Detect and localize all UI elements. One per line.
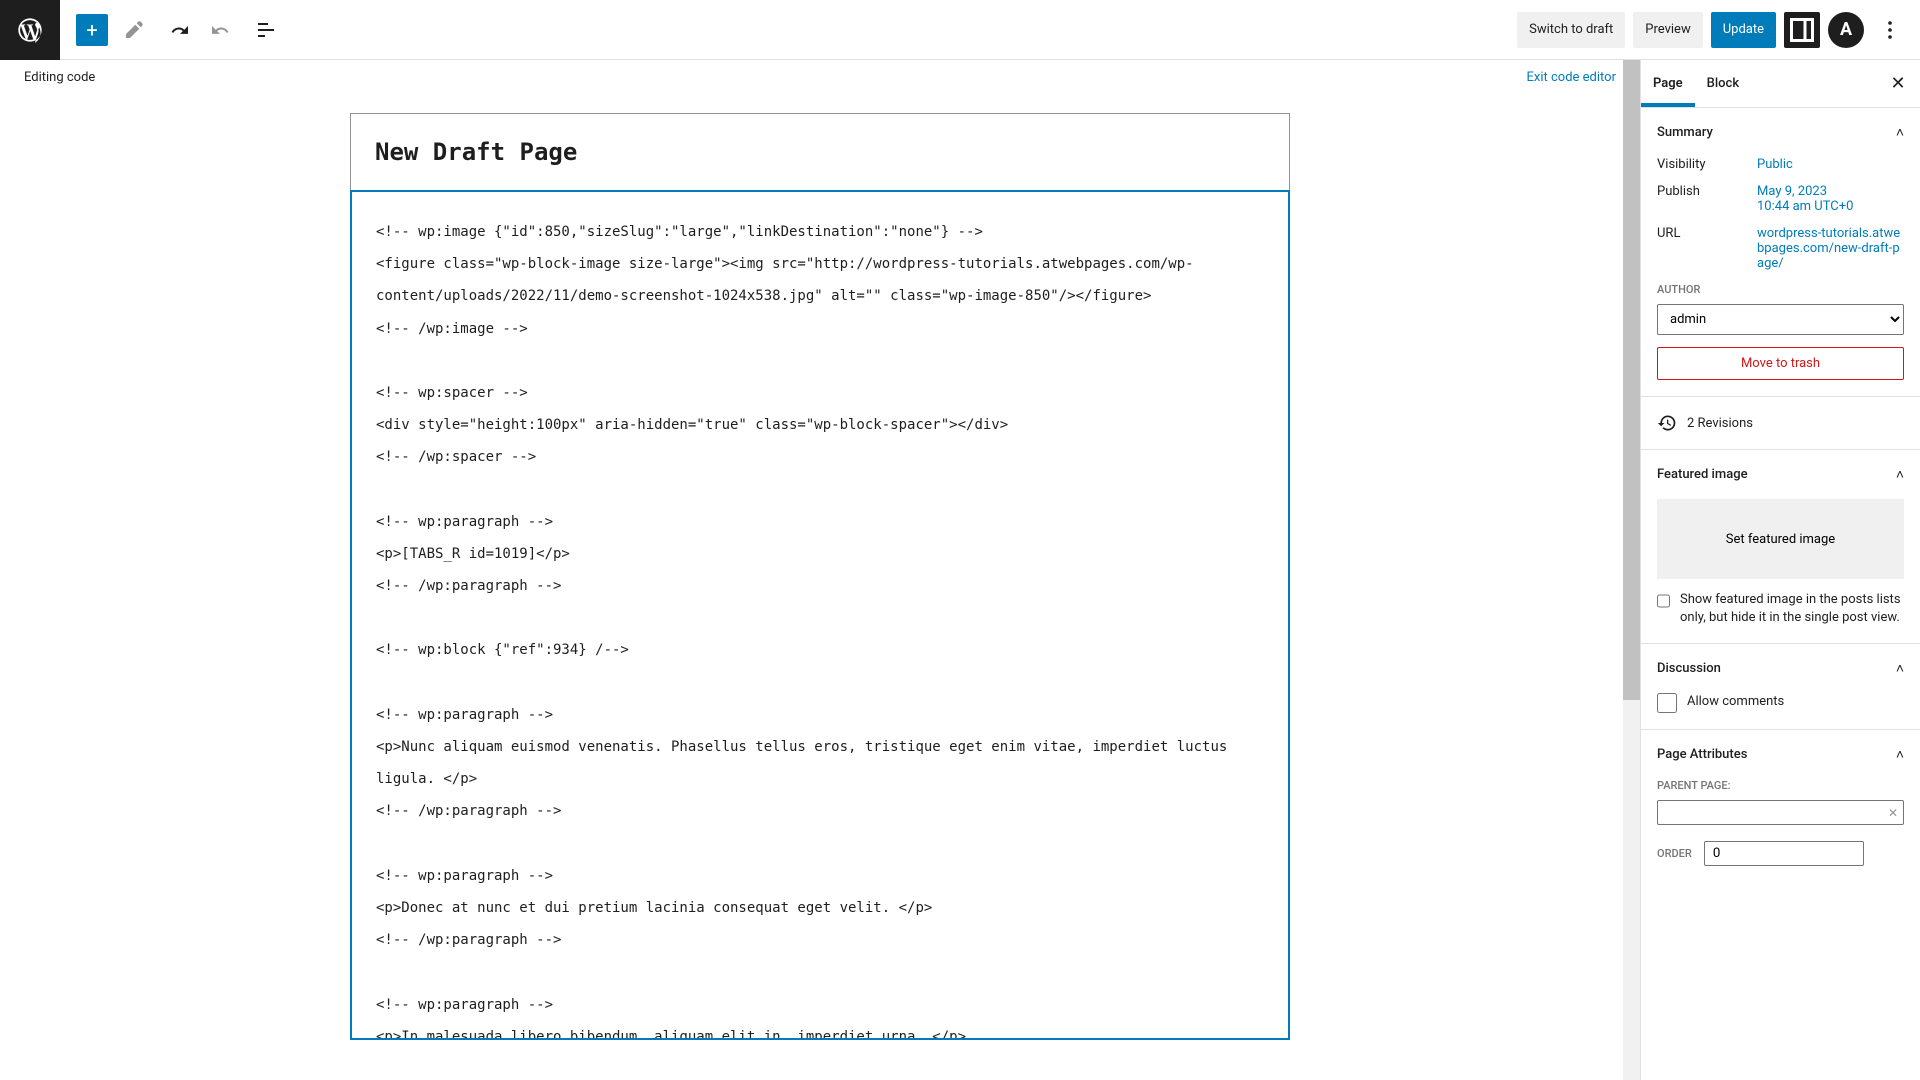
allow-comments-label: Allow comments [1687,693,1784,711]
featured-image-checkbox-label: Show featured image in the posts lists o… [1680,591,1904,627]
page-attributes-heading: Page Attributes [1657,747,1747,762]
settings-panel-toggle[interactable] [1784,12,1820,48]
allow-comments-checkbox[interactable] [1657,693,1677,713]
chevron-up-icon: ˄ [1896,466,1904,483]
url-value[interactable]: wordpress-tutorials.atwebpages.com/new-d… [1757,226,1900,271]
toolbar-left-group: + [60,12,284,48]
page-attributes-panel: Page Attributes ˄ PARENT PAGE: ✕ ORDER [1641,730,1920,882]
parent-page-label: PARENT PAGE: [1657,779,1904,792]
chevron-up-icon: ˄ [1896,660,1904,677]
publish-value[interactable]: May 9, 2023 10:44 am UTC+0 [1757,184,1853,214]
visibility-value[interactable]: Public [1757,157,1793,172]
move-to-trash-button[interactable]: Move to trash [1657,347,1904,380]
revisions-text: 2 Revisions [1687,416,1753,431]
settings-sidebar: Page Block ✕ Summary ˄ Visibility Public… [1640,60,1920,1080]
summary-panel: Summary ˄ Visibility Public Publish May … [1641,108,1920,397]
discussion-panel: Discussion ˄ Allow comments [1641,644,1920,730]
tab-block[interactable]: Block [1695,60,1751,107]
sidebar-icon [1784,12,1820,48]
dots-vertical-icon [1878,18,1902,42]
featured-image-lists-only-checkbox[interactable] [1657,591,1670,611]
chevron-up-icon: ˄ [1896,746,1904,763]
sidebar-tabs: Page Block ✕ [1641,60,1920,108]
featured-image-panel-header[interactable]: Featured image ˄ [1657,466,1904,483]
wordpress-logo[interactable] [0,0,60,60]
set-featured-image-button[interactable]: Set featured image [1657,499,1904,579]
summary-panel-header[interactable]: Summary ˄ [1657,124,1904,141]
update-button[interactable]: Update [1711,12,1776,48]
clear-parent-button[interactable]: ✕ [1888,806,1898,820]
top-toolbar: + Switch to draft Preview Update A [0,0,1920,60]
revisions-link[interactable]: 2 Revisions [1641,397,1920,450]
plugin-glyph-icon: A [1840,19,1852,40]
outline-icon [254,18,278,42]
pencil-icon [122,18,146,42]
order-input[interactable] [1704,841,1864,866]
discussion-heading: Discussion [1657,661,1721,676]
summary-heading: Summary [1657,125,1713,140]
more-menu-button[interactable] [1872,12,1908,48]
featured-image-heading: Featured image [1657,467,1748,482]
parent-page-input[interactable] [1657,800,1904,825]
discussion-panel-header[interactable]: Discussion ˄ [1657,660,1904,677]
close-settings-button[interactable]: ✕ [1876,60,1920,107]
code-editor-textarea[interactable]: <!-- wp:image {"id":850,"sizeSlug":"larg… [350,190,1290,1040]
post-title-input[interactable]: New Draft Page [350,113,1290,191]
author-label: AUTHOR [1657,283,1904,296]
editing-mode-label: Editing code [24,70,95,85]
edit-mode-button[interactable] [116,12,152,48]
code-container: New Draft Page <!-- wp:image {"id":850,"… [350,113,1290,1040]
chevron-up-icon: ˄ [1896,124,1904,141]
switch-to-draft-button[interactable]: Switch to draft [1517,12,1625,48]
page-attributes-panel-header[interactable]: Page Attributes ˄ [1657,746,1904,763]
preview-button[interactable]: Preview [1633,12,1702,48]
tab-page[interactable]: Page [1641,60,1695,107]
editor-scrollbar[interactable] [1623,60,1640,1080]
redo-button[interactable] [204,12,240,48]
editor-scrollbar-thumb[interactable] [1623,60,1640,700]
exit-code-editor-link[interactable]: Exit code editor [1527,70,1616,85]
undo-button[interactable] [160,12,196,48]
undo-icon [166,18,190,42]
featured-image-panel: Featured image ˄ Set featured image Show… [1641,450,1920,644]
add-block-button[interactable]: + [76,14,108,46]
history-icon [1657,413,1677,433]
visibility-label: Visibility [1657,157,1757,172]
order-label: ORDER [1657,847,1692,860]
close-icon: ✕ [1890,73,1905,94]
publish-label: Publish [1657,184,1757,214]
editor-banner: Editing code Exit code editor [0,60,1640,95]
redo-icon [210,18,234,42]
url-label: URL [1657,226,1757,271]
toolbar-right-group: Switch to draft Preview Update A [1517,12,1920,48]
wordpress-icon [16,16,44,44]
author-select[interactable]: admin [1657,304,1904,335]
outline-button[interactable] [248,12,284,48]
editor-area: Editing code Exit code editor New Draft … [0,60,1640,1080]
main-area: Editing code Exit code editor New Draft … [0,60,1920,1080]
plugin-button[interactable]: A [1828,12,1864,48]
